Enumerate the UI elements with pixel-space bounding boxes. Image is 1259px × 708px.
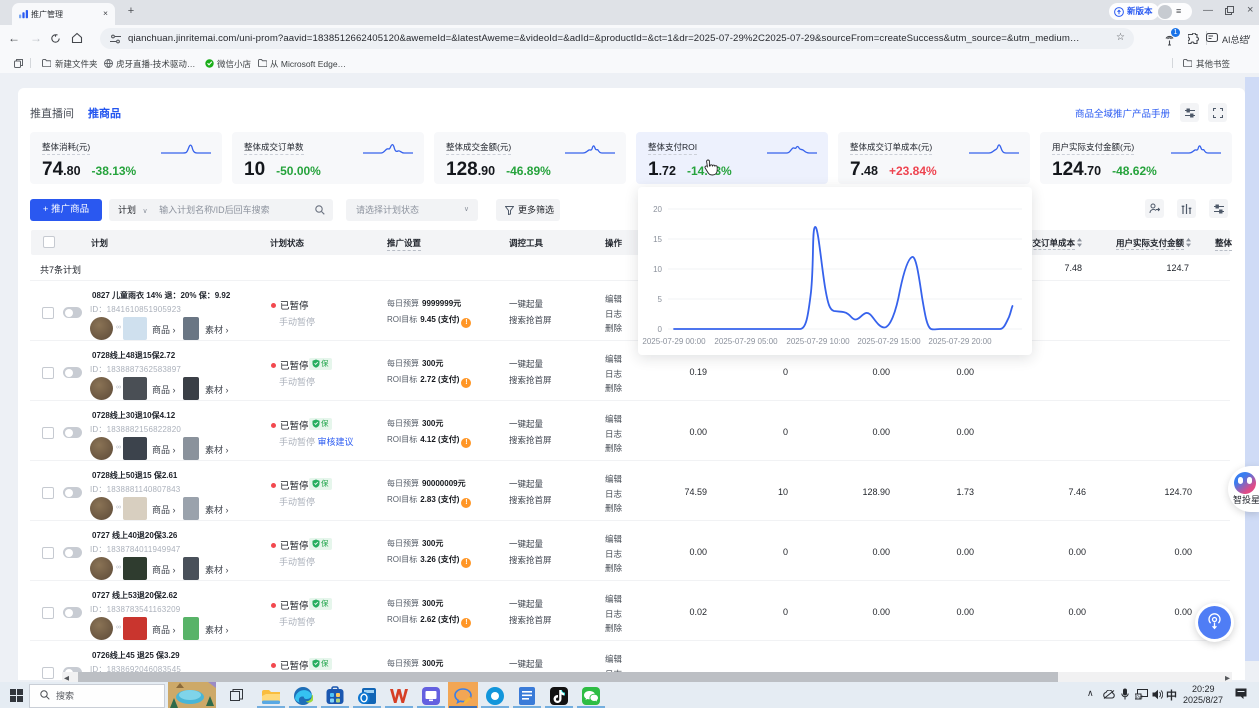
svg-text:2025-07-29 15:00: 2025-07-29 15:00 (857, 337, 921, 346)
svg-text:0: 0 (658, 325, 663, 334)
svg-text:2025-07-29 20:00: 2025-07-29 20:00 (928, 337, 992, 346)
svg-text:10: 10 (653, 265, 662, 274)
svg-text:Pal: Pal (1136, 694, 1143, 699)
svg-text:15: 15 (653, 235, 662, 244)
svg-text:2025-07-29 10:00: 2025-07-29 10:00 (786, 337, 850, 346)
svg-text:2025-07-29 00:00: 2025-07-29 00:00 (642, 337, 706, 346)
svg-text:5: 5 (658, 295, 663, 304)
svg-text:20: 20 (653, 205, 662, 214)
svg-text:2025-07-29 05:00: 2025-07-29 05:00 (714, 337, 778, 346)
